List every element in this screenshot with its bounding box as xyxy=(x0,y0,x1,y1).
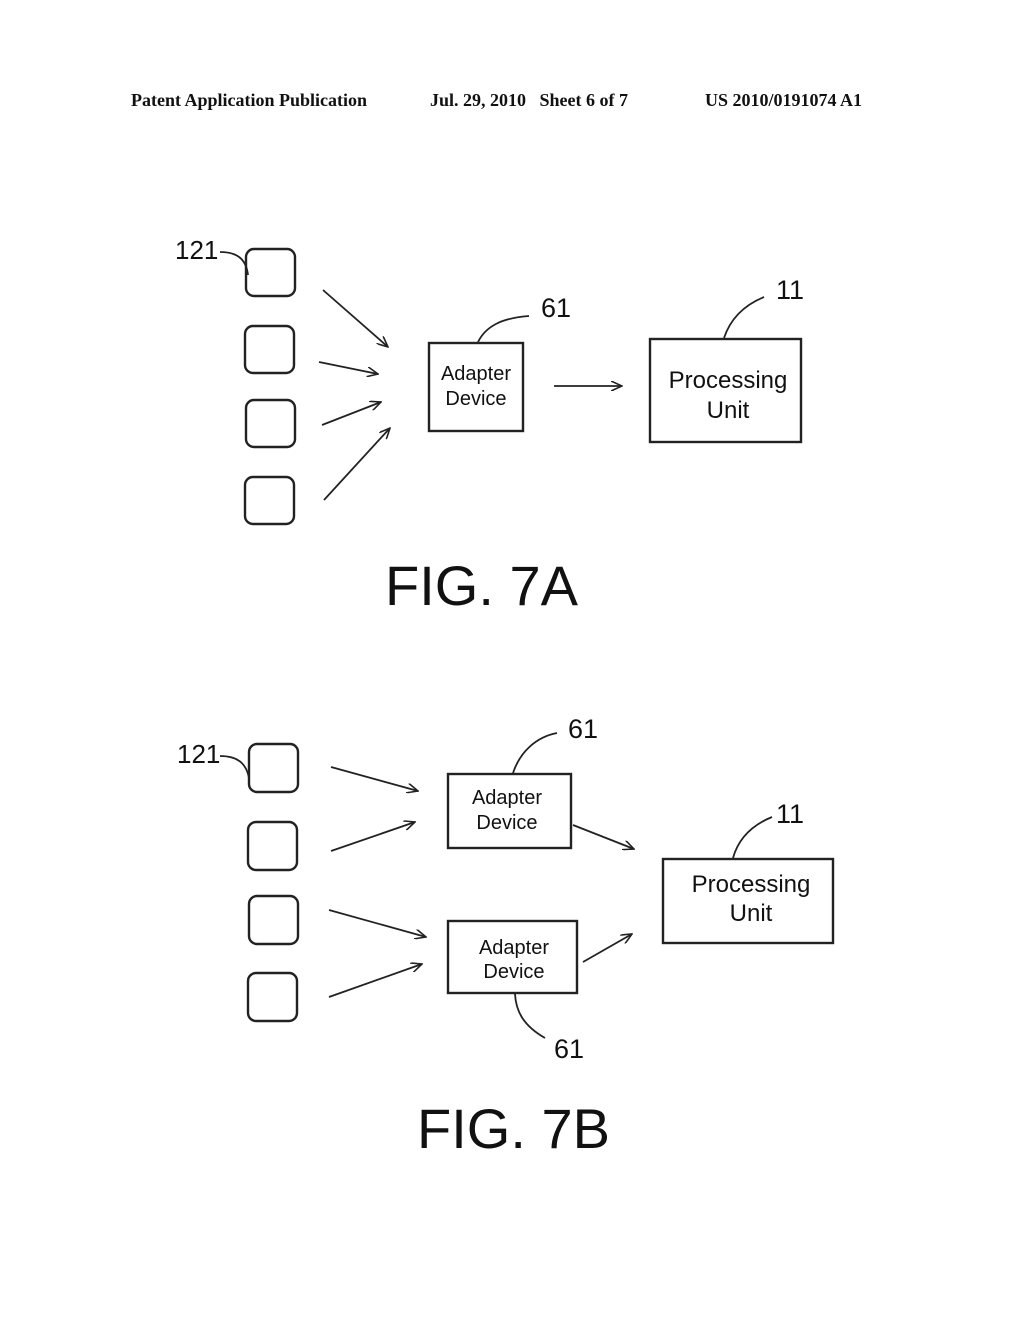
adapter-device-box xyxy=(427,341,525,433)
figure-7b: 121 Adapter Device 61 Adapter Device 61 … xyxy=(177,714,835,1160)
sensor-box xyxy=(244,398,297,449)
adapter-device-label-line1: Adapter xyxy=(441,363,511,385)
patent-figures: 121 Adapter Device 61 Processing Unit 11… xyxy=(175,235,835,1160)
processing-ref-label: 11 xyxy=(776,275,804,305)
arrow xyxy=(322,289,388,347)
sensor-box xyxy=(243,475,296,526)
processing-ref-label: 11 xyxy=(776,799,804,829)
arrow xyxy=(328,909,426,937)
processing-unit-label-line2: Unit xyxy=(707,397,750,424)
figure-caption: FIG. 7A xyxy=(385,554,579,617)
adapter-device-label-line2: Device xyxy=(483,961,544,983)
adapter-device-label-line2: Device xyxy=(445,388,506,410)
arrow xyxy=(330,822,415,852)
sensor-ref-label: 121 xyxy=(175,235,218,265)
arrow xyxy=(582,934,632,963)
sensor-box xyxy=(244,247,297,298)
arrow xyxy=(572,824,634,849)
adapter-device-label-line2: Device xyxy=(476,812,537,834)
adapter-device-box-top xyxy=(446,772,573,850)
sensor-box xyxy=(247,894,300,946)
adapter-bottom-leader-line xyxy=(514,993,546,1039)
figure-7a: 121 Adapter Device 61 Processing Unit 11… xyxy=(175,235,804,617)
arrow xyxy=(323,428,390,501)
sensor-box xyxy=(246,971,299,1023)
processing-leader-line xyxy=(732,816,773,859)
arrow xyxy=(328,964,422,998)
sensor-leader-line xyxy=(219,755,250,779)
sensor-box xyxy=(247,742,300,794)
adapter-ref-label: 61 xyxy=(541,293,571,323)
sensor-box xyxy=(246,820,299,872)
processing-leader-line xyxy=(723,296,765,339)
adapter-leader-line xyxy=(477,315,530,343)
processing-unit-label-line1: Processing xyxy=(692,871,811,898)
figure-caption: FIG. 7B xyxy=(417,1097,610,1160)
adapter-bottom-ref-label: 61 xyxy=(554,1034,584,1064)
adapter-top-ref-label: 61 xyxy=(568,714,598,744)
arrow xyxy=(330,766,418,791)
processing-unit-label-line2: Unit xyxy=(730,900,773,927)
sensor-box xyxy=(243,324,296,375)
arrow xyxy=(318,361,378,374)
adapter-top-leader-line xyxy=(512,732,558,774)
adapter-device-label-line1: Adapter xyxy=(472,787,542,809)
adapter-device-label-line1: Adapter xyxy=(479,937,549,959)
sensor-ref-label: 121 xyxy=(177,739,220,769)
sensor-leader-line xyxy=(219,251,249,276)
processing-unit-label-line1: Processing xyxy=(669,367,788,394)
arrow xyxy=(321,402,381,426)
